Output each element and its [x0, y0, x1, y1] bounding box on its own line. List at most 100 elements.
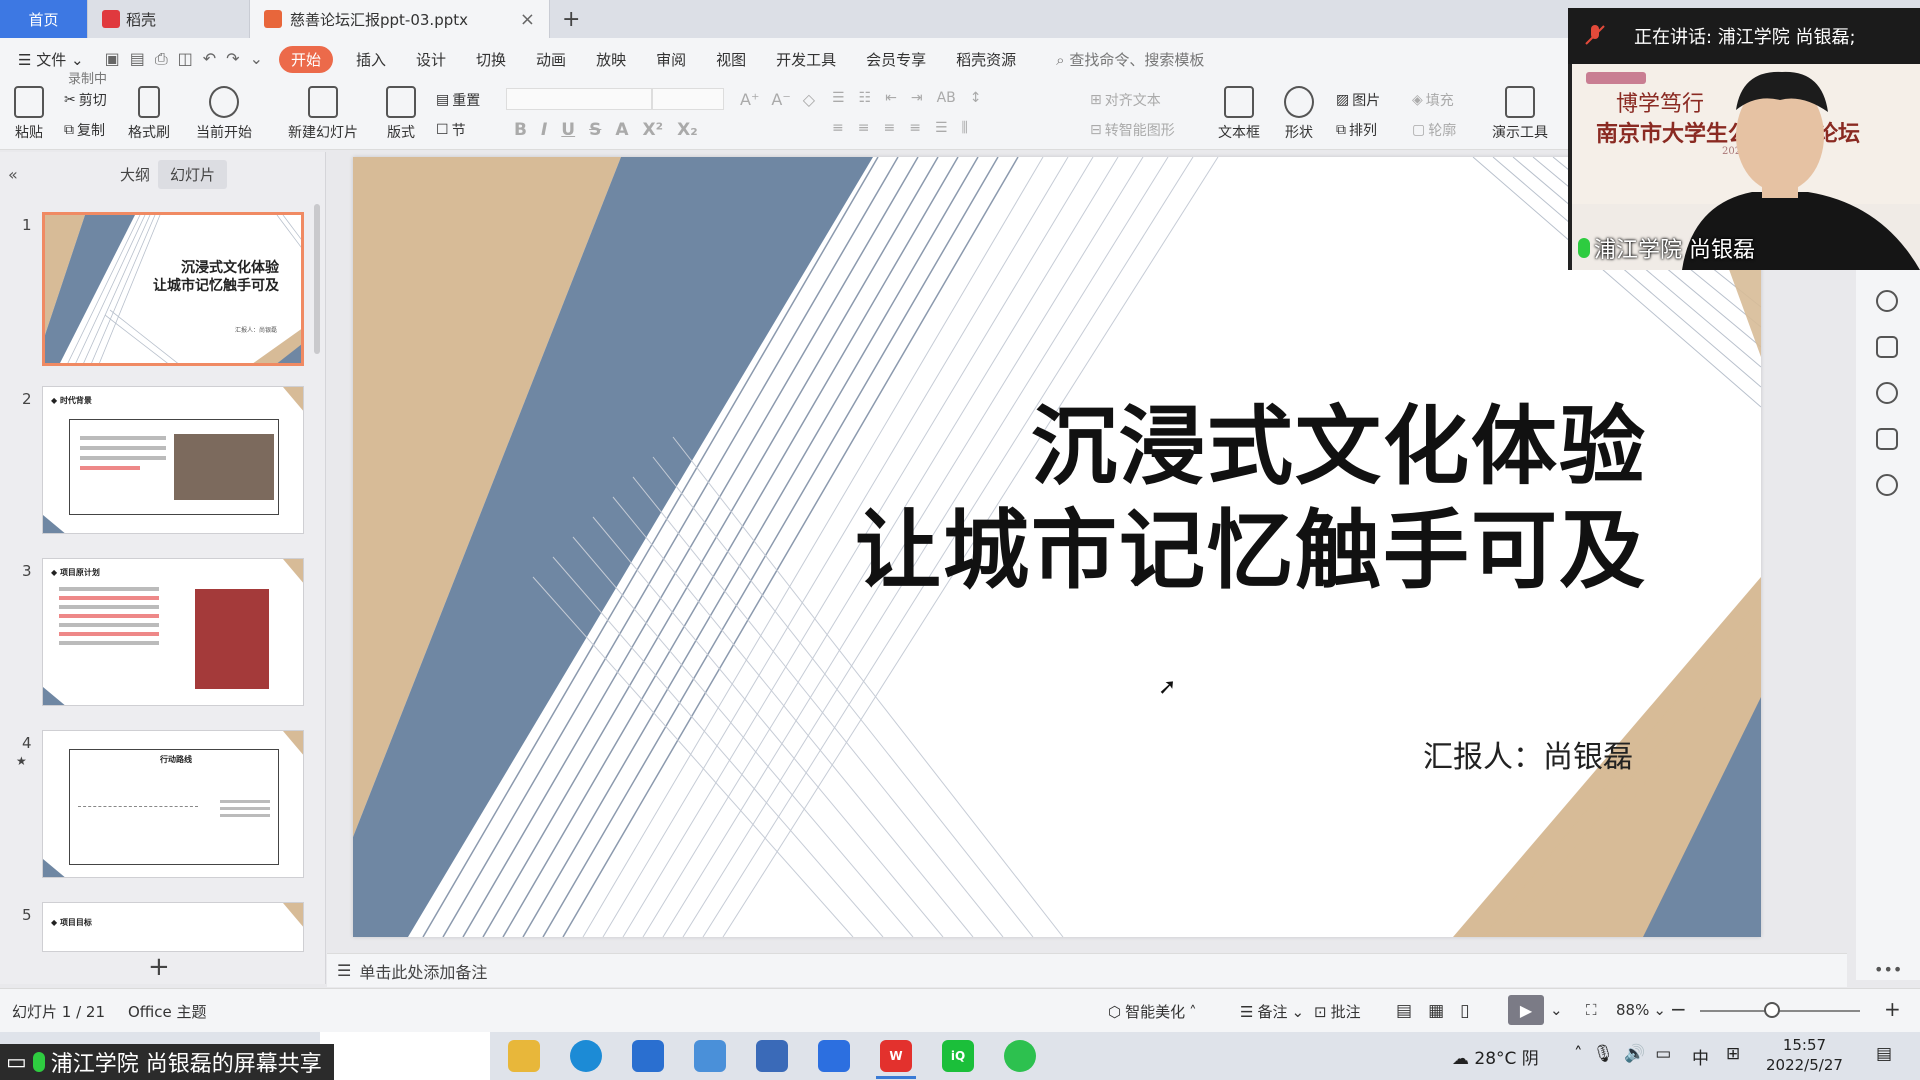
grid-view-icon[interactable]: ▦: [1428, 1001, 1444, 1021]
outdent-icon[interactable]: ⇤: [885, 90, 897, 106]
paste-button[interactable]: 粘贴: [14, 86, 44, 142]
print-icon[interactable]: ⎙: [155, 49, 168, 69]
picture-button[interactable]: ▨ 图片: [1336, 90, 1380, 110]
align-center-icon[interactable]: ≡: [858, 120, 870, 136]
iqiyi-icon[interactable]: iQ: [942, 1040, 974, 1072]
align-left-icon[interactable]: ≡: [832, 120, 844, 136]
input-method-indicator[interactable]: 中: [1692, 1044, 1709, 1069]
location-icon[interactable]: [1876, 474, 1898, 496]
justify-icon[interactable]: ≡: [909, 120, 921, 136]
app-icon[interactable]: [694, 1040, 726, 1072]
bold-icon[interactable]: B: [514, 120, 527, 140]
undo-icon[interactable]: ↶: [203, 49, 216, 69]
play-options-icon[interactable]: ⌄: [1550, 1001, 1563, 1019]
notification-icon[interactable]: ▤: [1876, 1044, 1892, 1064]
file-explorer-icon[interactable]: [508, 1040, 540, 1072]
add-slide-button[interactable]: +: [148, 952, 170, 982]
superscript-icon[interactable]: X²: [643, 120, 664, 140]
wechat-icon[interactable]: [1004, 1040, 1036, 1072]
menu-review[interactable]: 审阅: [641, 49, 701, 70]
zoom-slider-thumb[interactable]: [1764, 1002, 1780, 1018]
cut-button[interactable]: ✂ 剪切: [64, 90, 107, 110]
tab-home[interactable]: 首页: [0, 0, 88, 38]
number-list-icon[interactable]: ☷: [859, 90, 872, 106]
tab-daoke[interactable]: 稻壳: [88, 0, 250, 38]
format-painter-button[interactable]: 格式刷: [128, 86, 170, 142]
notes-toggle-button[interactable]: ☰ 备注 ⌄: [1240, 1001, 1304, 1022]
slide-thumbnail-5[interactable]: ◆ 项目目标: [42, 902, 304, 952]
menu-developer[interactable]: 开发工具: [761, 49, 851, 70]
bullet-list-icon[interactable]: ☰: [832, 90, 845, 106]
beautify-button[interactable]: ⬡ 智能美化 ˄: [1108, 1001, 1197, 1022]
subscript-icon[interactable]: X₂: [677, 120, 698, 140]
text-direction-icon[interactable]: AB: [937, 90, 956, 106]
customize-icon[interactable]: ⌄: [250, 49, 263, 69]
menu-design[interactable]: 设计: [401, 49, 461, 70]
menu-insert[interactable]: 插入: [341, 49, 401, 70]
clear-format-icon[interactable]: ◇: [803, 90, 815, 109]
strikethrough-icon[interactable]: S: [589, 120, 601, 140]
image-icon[interactable]: [1876, 428, 1898, 450]
italic-icon[interactable]: I: [541, 120, 547, 140]
arrange-button[interactable]: ⧉ 排列: [1336, 120, 1377, 140]
star-icon[interactable]: [1876, 290, 1898, 312]
system-tray-icons[interactable]: ˄🎙🔊▭: [1574, 1044, 1681, 1064]
print-preview-icon[interactable]: ◫: [178, 49, 193, 69]
current-slide[interactable]: 沉浸式文化体验 让城市记忆触手可及 汇报人：尚银磊: [353, 157, 1761, 937]
save-icon[interactable]: ▣: [105, 49, 120, 69]
comments-button[interactable]: ⊡ 批注: [1314, 1001, 1361, 1022]
file-menu[interactable]: ☰ 文件 ⌄: [0, 49, 99, 70]
layout-button[interactable]: 版式: [386, 86, 416, 142]
slide-title[interactable]: 沉浸式文化体验 让城市记忆触手可及: [855, 395, 1647, 603]
menu-animations[interactable]: 动画: [521, 49, 581, 70]
menu-daoke-resources[interactable]: 稻壳资源: [941, 49, 1031, 70]
reset-button[interactable]: ▤ 重置: [436, 90, 480, 110]
keyboard-layout-icon[interactable]: ⊞: [1726, 1044, 1740, 1064]
start-from-current-button[interactable]: 当前开始: [196, 86, 252, 142]
underline-icon[interactable]: U: [561, 120, 575, 140]
meeting-app-icon[interactable]: [818, 1040, 850, 1072]
font-size-select[interactable]: [652, 88, 724, 110]
outline-button[interactable]: ▢ 轮廓: [1412, 120, 1456, 140]
slides-icon[interactable]: [1876, 336, 1898, 358]
export-pdf-icon[interactable]: ▤: [130, 49, 145, 69]
section-button[interactable]: ☐ 节: [436, 120, 466, 140]
new-tab-button[interactable]: +: [550, 0, 592, 38]
menu-view[interactable]: 视图: [701, 49, 761, 70]
menu-slideshow[interactable]: 放映: [581, 49, 641, 70]
zoom-slider-track[interactable]: [1700, 1010, 1860, 1012]
new-slide-button[interactable]: 新建幻灯片: [288, 86, 358, 142]
slide-thumbnail-4[interactable]: 行动路线: [42, 730, 304, 878]
edge-browser-icon[interactable]: [570, 1040, 602, 1072]
video-call-overlay[interactable]: 正在讲话: 浦江学院 尚银磊; 博学笃行 南京市大学生公益发展论坛 2022 浦…: [1568, 8, 1920, 270]
normal-view-icon[interactable]: ▤: [1396, 1001, 1412, 1021]
align-text-button[interactable]: ⊞ 对齐文本: [1090, 90, 1161, 110]
collapse-panel-icon[interactable]: «: [8, 165, 18, 184]
zoom-in-button[interactable]: +: [1884, 997, 1901, 1021]
tab-document[interactable]: 慈善论坛汇报ppt-03.pptx ×: [250, 0, 550, 38]
more-icon[interactable]: •••: [1874, 960, 1902, 979]
menu-member[interactable]: 会员专享: [851, 49, 941, 70]
text-box-button[interactable]: 文本框: [1218, 86, 1260, 142]
panel-scrollbar[interactable]: [314, 204, 320, 354]
reader-icon[interactable]: [756, 1040, 788, 1072]
font-color-icon[interactable]: A: [615, 120, 628, 140]
weather-widget[interactable]: ☁ 28°C 阴: [1452, 1044, 1539, 1069]
zoom-select[interactable]: 88% ⌄: [1616, 1001, 1666, 1019]
tab-outline[interactable]: 大纲: [108, 160, 162, 189]
slide-reporter[interactable]: 汇报人：尚银磊: [1423, 732, 1633, 776]
indent-icon[interactable]: ⇥: [911, 90, 923, 106]
font-name-select[interactable]: [506, 88, 652, 110]
redo-icon[interactable]: ↷: [226, 49, 239, 69]
zoom-out-button[interactable]: −: [1670, 997, 1687, 1021]
grow-font-icon[interactable]: A⁺: [740, 90, 759, 109]
shrink-font-icon[interactable]: A⁻: [771, 90, 790, 109]
reading-view-icon[interactable]: ▯: [1460, 1001, 1469, 1021]
fill-button[interactable]: ◈ 填充: [1412, 90, 1454, 110]
tab-slides[interactable]: 幻灯片: [158, 159, 228, 189]
command-search[interactable]: ⌕ 查找命令、搜索模板: [1041, 49, 1219, 70]
fit-window-icon[interactable]: ⛶: [1586, 1001, 1597, 1019]
system-clock[interactable]: 15:57 2022/5/27: [1766, 1035, 1843, 1075]
shape-button[interactable]: 形状: [1284, 86, 1314, 142]
notes-pane[interactable]: ☰ 单击此处添加备注: [327, 953, 1847, 987]
